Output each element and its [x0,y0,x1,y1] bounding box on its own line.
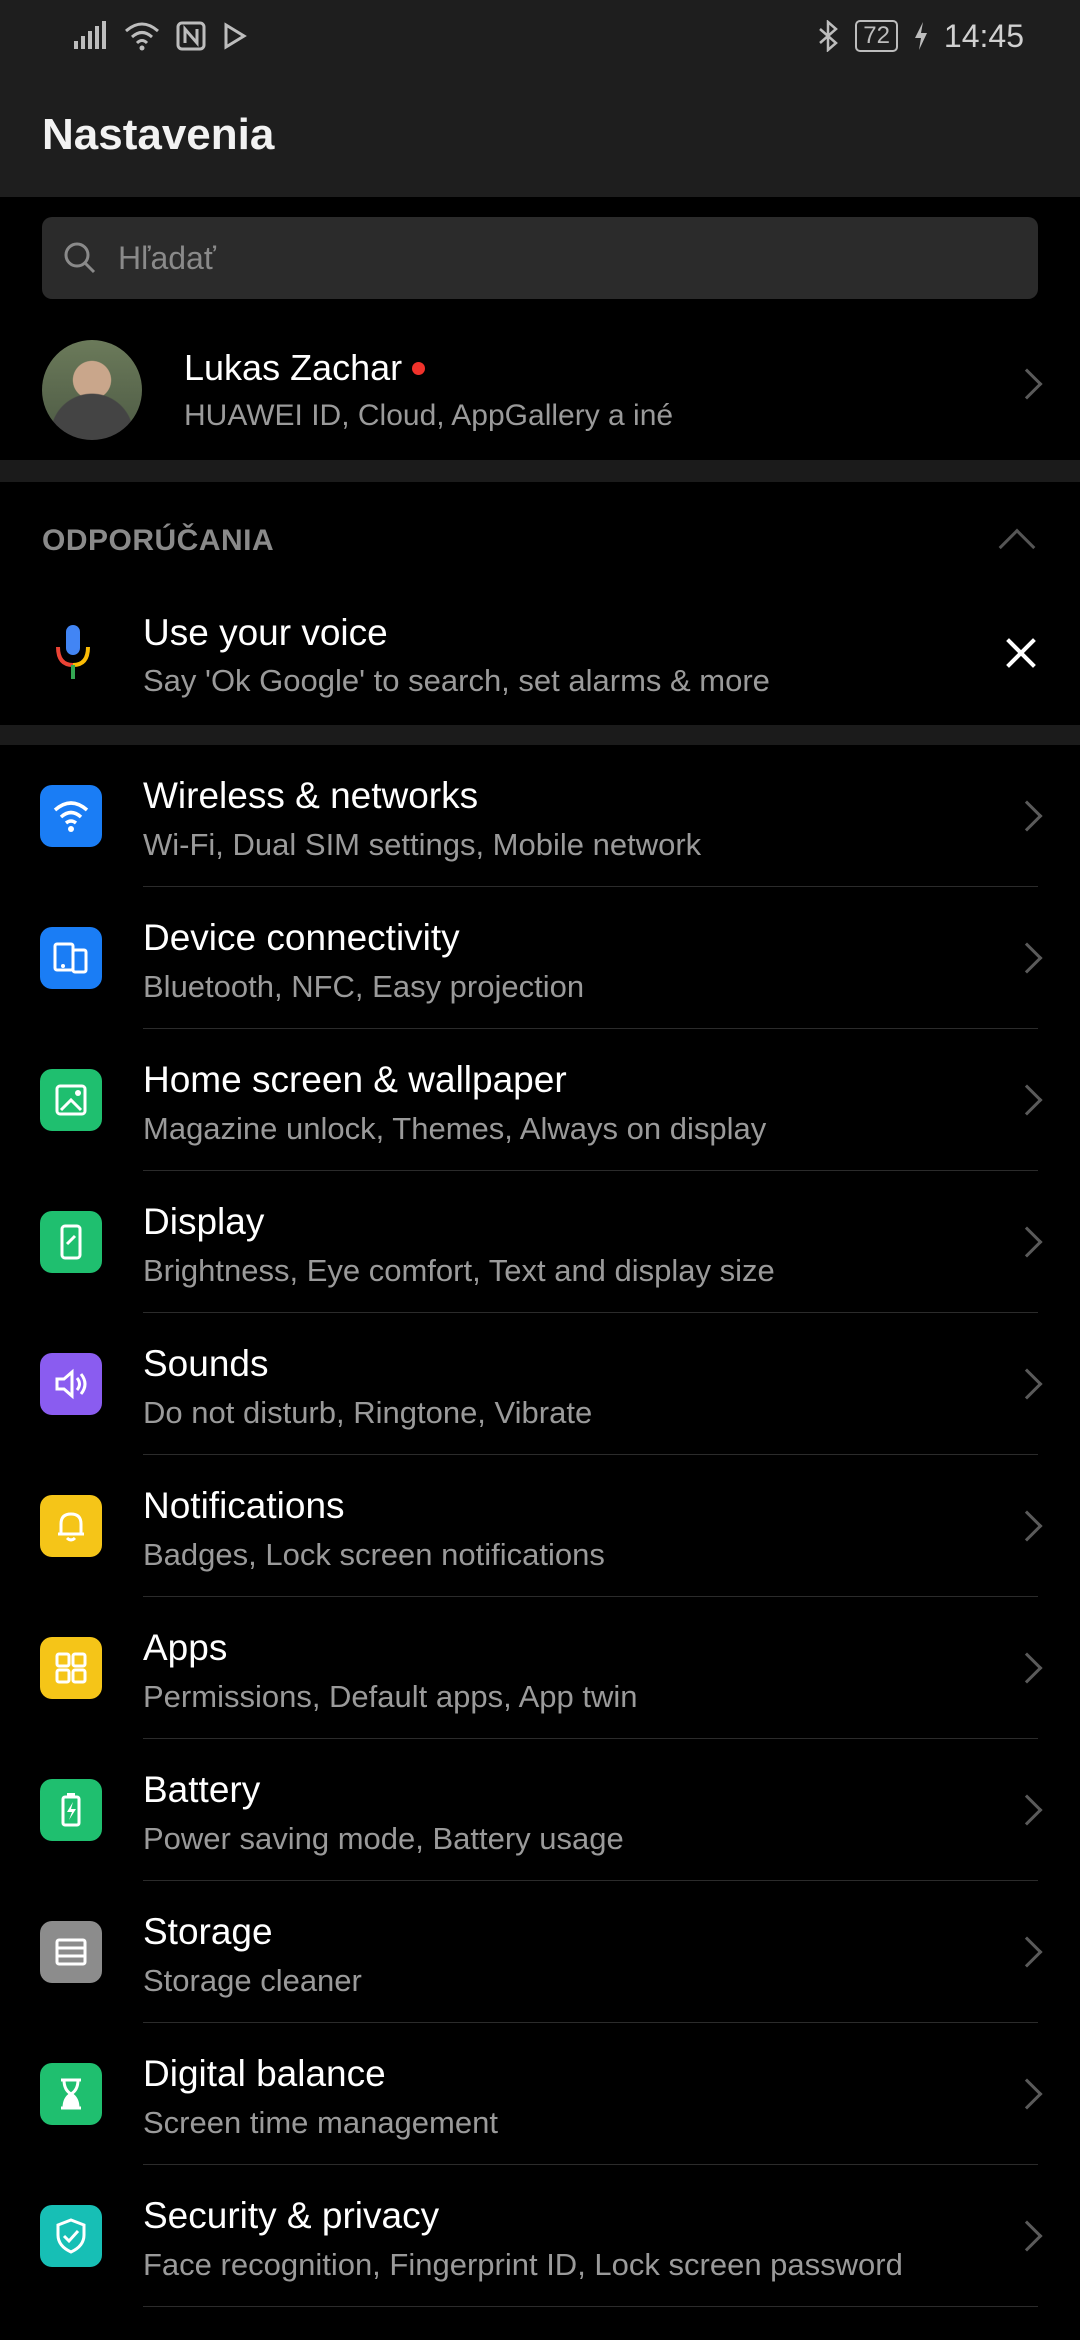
settings-item-title: Home screen & wallpaper [143,1059,567,1100]
chevron-right-icon [1011,1652,1043,1684]
settings-item-battery[interactable]: Battery Power saving mode, Battery usage [0,1739,1080,1881]
settings-item-subtitle: Wi-Fi, Dual SIM settings, Mobile network [143,827,702,862]
charging-icon [914,22,927,50]
settings-item-device-connectivity[interactable]: Device connectivity Bluetooth, NFC, Easy … [0,887,1080,1029]
chevron-right-icon [1011,1368,1043,1400]
settings-item-home-screen-wallpaper[interactable]: Home screen & wallpaper Magazine unlock, … [0,1029,1080,1171]
dismiss-suggestion-button[interactable] [1004,636,1038,670]
search-input[interactable] [118,239,998,277]
hourglass-icon [40,2063,102,2125]
battery-icon [40,1779,102,1841]
status-left [72,21,248,51]
chevron-right-icon [1011,1510,1043,1542]
chevron-right-icon [1011,1794,1043,1826]
wallpaper-icon [40,1069,102,1131]
chevron-right-icon [1011,942,1043,974]
settings-item-subtitle: Bluetooth, NFC, Easy projection [143,969,585,1004]
apps-grid-icon [40,1637,102,1699]
settings-item-title: Notifications [143,1485,345,1526]
row-divider [143,2306,1038,2307]
settings-item-title: Apps [143,1627,228,1668]
app-bar: Nastavenia [0,72,1080,197]
chevron-right-icon [1011,2078,1043,2110]
microphone-icon [56,625,90,679]
voice-suggestion-subtitle: Say 'Ok Google' to search, set alarms & … [143,663,770,698]
account-name-wrap: Lukas Zachar [184,347,426,389]
search-container [0,197,1080,307]
search-icon [64,242,96,274]
settings-item-notifications[interactable]: Notifications Badges, Lock screen notific… [0,1455,1080,1597]
bell-icon [40,1495,102,1557]
settings-item-title: Security & privacy [143,2195,440,2236]
shield-icon [40,2205,102,2267]
settings-item-subtitle: Permissions, Default apps, App twin [143,1679,638,1714]
settings-item-title: Display [143,1201,265,1242]
page-title: Nastavenia [42,110,275,159]
storage-icon [40,1921,102,1983]
suggestions-heading: ODPORÚČANIA [42,524,275,557]
settings-item-subtitle: Magazine unlock, Themes, Always on displ… [143,1111,767,1146]
settings-item-title: Wireless & networks [143,775,479,816]
search-bar[interactable] [42,217,1038,299]
settings-item-title: Digital balance [143,2053,386,2094]
chevron-right-icon [1011,1084,1043,1116]
avatar [42,340,142,440]
signal-icon [74,21,106,49]
device-connectivity-icon [40,927,102,989]
clock: 14:45 [943,17,1024,54]
settings-item-digital-balance[interactable]: Digital balance Screen time management [0,2023,1080,2165]
chevron-right-icon [1011,368,1043,400]
voice-suggestion-title[interactable]: Use your voice [143,612,388,654]
notification-dot [412,361,426,375]
settings-item-title: Sounds [143,1343,269,1384]
collapse-chevron-icon[interactable] [998,528,1036,566]
settings-item-subtitle: Brightness, Eye comfort, Text and displa… [143,1253,775,1288]
wifi-icon [40,785,102,847]
chevron-right-icon [1011,800,1043,832]
settings-list: Wireless & networks Wi-Fi, Dual SIM setti… [0,745,1080,2307]
settings-item-subtitle: Do not disturb, Ringtone, Vibrate [143,1395,593,1430]
settings-item-security-privacy[interactable]: Security & privacy Face recognition, Fing… [0,2165,1080,2307]
settings-item-title: Storage [143,1911,273,1952]
chevron-right-icon [1011,1226,1043,1258]
section-divider [0,460,1080,482]
settings-item-title: Device connectivity [143,917,460,958]
status-bar: 72 14:45 [0,0,1080,72]
sound-icon [40,1353,102,1415]
account-name: Lukas Zachar [184,347,403,388]
wifi-status-icon [125,22,159,51]
display-icon [40,1211,102,1273]
settings-item-subtitle: Face recognition, Fingerprint ID, Lock s… [143,2247,903,2282]
nfc-icon [176,21,206,51]
settings-item-subtitle: Storage cleaner [143,1963,362,1998]
settings-item-subtitle: Badges, Lock screen notifications [143,1537,605,1572]
settings-item-subtitle: Screen time management [143,2105,498,2140]
settings-item-display[interactable]: Display Brightness, Eye comfort, Text and… [0,1171,1080,1313]
bluetooth-icon [819,20,839,52]
settings-item-wireless-networks[interactable]: Wireless & networks Wi-Fi, Dual SIM setti… [0,745,1080,887]
battery-level: 72 [855,20,898,52]
account-row[interactable]: Lukas Zachar HUAWEI ID, Cloud, AppGaller… [0,307,1080,457]
settings-item-subtitle: Power saving mode, Battery usage [143,1821,624,1856]
chevron-right-icon [1011,1936,1043,1968]
account-subtitle: HUAWEI ID, Cloud, AppGallery a iné [184,399,674,432]
settings-item-apps[interactable]: Apps Permissions, Default apps, App twin [0,1597,1080,1739]
status-right: 72 14:45 [817,18,1024,55]
chevron-right-icon [1011,2220,1043,2252]
section-divider [0,725,1080,745]
settings-item-storage[interactable]: Storage Storage cleaner [0,1881,1080,2023]
settings-item-sounds[interactable]: Sounds Do not disturb, Ringtone, Vibrate [0,1313,1080,1455]
play-notification-icon [224,22,247,50]
settings-item-title: Battery [143,1769,261,1810]
